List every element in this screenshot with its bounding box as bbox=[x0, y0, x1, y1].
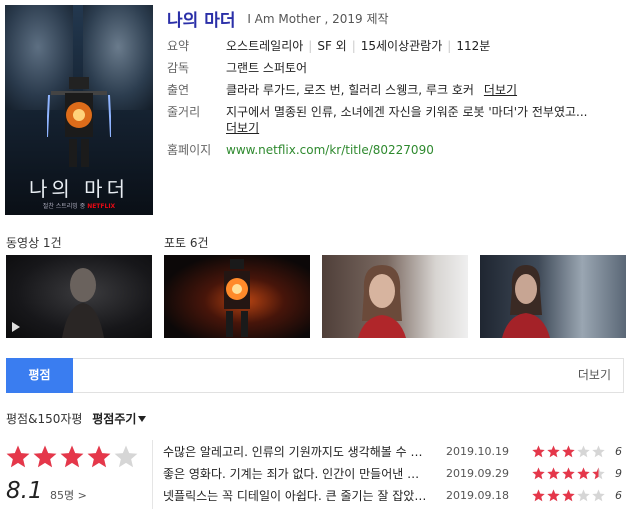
tab-rating[interactable]: 평점 bbox=[6, 358, 73, 393]
poster-tagline: 절찬 스트리밍 중 bbox=[42, 203, 86, 210]
play-icon[interactable] bbox=[12, 322, 20, 332]
review-row: 넷플릭스는 꼭 디테일이 아쉽다. 큰 줄기는 잘 잡았는데 2019.09.1… bbox=[163, 487, 623, 505]
movie-title[interactable]: 나의 마더 bbox=[167, 11, 235, 31]
review-text[interactable]: 수많은 알레고리. 인류의 기원까지도 생각해볼 수 있는 작품 bbox=[163, 443, 428, 461]
title-row: 나의 마더 I Am Mother , 2019 제작 bbox=[167, 6, 389, 31]
poster-title: 나의 마더 bbox=[29, 177, 129, 201]
review-score: 6 bbox=[615, 489, 622, 502]
summary-value: 오스트레일리아 | SF 외 | 15세이상관람가 | 112분 bbox=[226, 38, 490, 54]
summary-age-rating: 15세이상관람가 bbox=[360, 39, 443, 53]
rating-tab-bar: 평점 더보기 bbox=[6, 358, 624, 393]
plot-value: 지구에서 멸종된 인류, 소녀에겐 자신을 키워준 로봇 '마더'가 전부였고.… bbox=[226, 104, 588, 136]
review-date: 2019.09.29 bbox=[446, 467, 509, 480]
star-icon bbox=[577, 489, 590, 502]
star-filled-icon bbox=[87, 445, 111, 468]
star-filled-icon bbox=[562, 445, 575, 458]
movie-info: 요약 오스트레일리아 | SF 외 | 15세이상관람가 | 112분 감독 그랜트 스퍼토… bbox=[167, 38, 622, 164]
plot-label: 줄거리 bbox=[167, 105, 201, 119]
rating-header: 평점&150자평 평점주기 bbox=[6, 410, 147, 427]
star-filled-icon bbox=[562, 489, 575, 502]
netflix-logo: NETFLIX bbox=[87, 203, 116, 210]
video-section-title[interactable]: 동영상 1건 bbox=[6, 234, 62, 251]
star-filled-icon bbox=[532, 489, 545, 502]
review-text[interactable]: 좋은 영화다. 기계는 죄가 없다. 인간이 만들어낸 것일 뿐 bbox=[163, 465, 428, 483]
plot-more-link[interactable]: 더보기 bbox=[226, 121, 259, 135]
star-filled-icon bbox=[547, 467, 560, 480]
give-rating-label: 평점주기 bbox=[92, 412, 137, 426]
review-star-rating bbox=[532, 489, 605, 502]
movie-subtitle: I Am Mother , 2019 제작 bbox=[247, 12, 389, 26]
star-filled-icon bbox=[547, 489, 560, 502]
cast-value: 클라라 루가드, 로즈 번, 힐러리 스웽크, 루크 호커 더보기 bbox=[226, 82, 517, 98]
review-row: 수많은 알레고리. 인류의 기원까지도 생각해볼 수 있는 작품 2019.10… bbox=[163, 443, 623, 461]
cast-more-link[interactable]: 더보기 bbox=[484, 83, 517, 97]
review-text[interactable]: 넷플릭스는 꼭 디테일이 아쉽다. 큰 줄기는 잘 잡았는데 bbox=[163, 487, 428, 505]
star-filled-icon bbox=[60, 445, 84, 468]
info-row-director: 감독 그랜트 스퍼토어 bbox=[167, 60, 622, 76]
info-row-homepage: 홈페이지 www.netflix.com/kr/title/80227090 bbox=[167, 142, 622, 158]
star-filled-icon bbox=[532, 467, 545, 480]
star-filled-icon bbox=[33, 445, 57, 468]
info-row-cast: 출연 클라라 루가드, 로즈 번, 힐러리 스웽크, 루크 호커 더보기 bbox=[167, 82, 622, 98]
homepage-label: 홈페이지 bbox=[167, 143, 212, 157]
homepage-link[interactable]: www.netflix.com/kr/title/80227090 bbox=[226, 142, 434, 158]
divider bbox=[152, 440, 153, 509]
photo-thumbnail-2[interactable] bbox=[322, 255, 468, 338]
star-filled-icon bbox=[532, 445, 545, 458]
separator: | bbox=[308, 39, 313, 53]
cast-label: 출연 bbox=[167, 83, 190, 97]
star-icon bbox=[592, 445, 605, 458]
rating-count: 85명 bbox=[50, 489, 75, 502]
star-filled-icon bbox=[577, 467, 590, 480]
robot-illustration bbox=[47, 77, 111, 167]
average-star-rating bbox=[6, 445, 138, 468]
director-link[interactable]: 그랜트 스퍼토어 bbox=[226, 60, 307, 76]
rating-count-link[interactable]: 85명 > bbox=[50, 487, 87, 503]
info-row-plot: 줄거리 지구에서 멸종된 인류, 소녀에겐 자신을 키워준 로봇 '마더'가 전… bbox=[167, 104, 622, 136]
star-icon bbox=[592, 489, 605, 502]
photo-section-title[interactable]: 포토 6건 bbox=[164, 234, 209, 251]
review-score: 9 bbox=[615, 467, 622, 480]
separator: | bbox=[447, 39, 452, 53]
review-star-rating bbox=[532, 445, 605, 458]
separator: | bbox=[351, 39, 356, 53]
rating-header-title: 평점&150자평 bbox=[6, 412, 83, 426]
review-score: 6 bbox=[615, 445, 622, 458]
photo-person-silhouette bbox=[358, 265, 406, 338]
tab-more-button[interactable]: 더보기 bbox=[578, 359, 611, 392]
chevron-right-icon: > bbox=[77, 489, 87, 502]
photo-thumbnail-1[interactable] bbox=[164, 255, 310, 338]
video-person-silhouette bbox=[62, 268, 104, 338]
summary-genre: SF 외 bbox=[317, 39, 347, 53]
plot-text: 지구에서 멸종된 인류, 소녀에겐 자신을 키워준 로봇 '마더'가 전부였고.… bbox=[226, 105, 588, 119]
star-icon bbox=[114, 445, 138, 468]
summary-country: 오스트레일리아 bbox=[226, 39, 304, 53]
info-row-summary: 요약 오스트레일리아 | SF 외 | 15세이상관람가 | 112분 bbox=[167, 38, 622, 54]
summary-label: 요약 bbox=[167, 39, 190, 53]
cast-list[interactable]: 클라라 루가드, 로즈 번, 힐러리 스웽크, 루크 호커 bbox=[226, 83, 474, 97]
review-date: 2019.10.19 bbox=[446, 445, 509, 458]
give-rating-button[interactable]: 평점주기 bbox=[92, 412, 147, 426]
review-row: 좋은 영화다. 기계는 죄가 없다. 인간이 만들어낸 것일 뿐 2019.09… bbox=[163, 465, 623, 483]
photo-thumbnail-3[interactable] bbox=[480, 255, 626, 338]
star-filled-icon bbox=[6, 445, 30, 468]
robot-glow-shape bbox=[224, 259, 250, 337]
caret-down-icon bbox=[138, 416, 147, 422]
star-icon bbox=[577, 445, 590, 458]
star-filled-icon bbox=[562, 467, 575, 480]
video-thumbnail[interactable] bbox=[6, 255, 152, 338]
review-star-rating bbox=[532, 467, 605, 480]
average-score: 8.1 bbox=[6, 478, 43, 504]
review-date: 2019.09.18 bbox=[446, 489, 509, 502]
summary-runtime: 112분 bbox=[456, 39, 491, 53]
photo-person-silhouette bbox=[502, 265, 550, 338]
poster-caption: 절찬 스트리밍 중 NETFLIX bbox=[5, 201, 153, 210]
director-label: 감독 bbox=[167, 61, 190, 75]
movie-poster[interactable]: 나의 마더 절찬 스트리밍 중 NETFLIX bbox=[5, 5, 153, 215]
star-filled-icon bbox=[547, 445, 560, 458]
